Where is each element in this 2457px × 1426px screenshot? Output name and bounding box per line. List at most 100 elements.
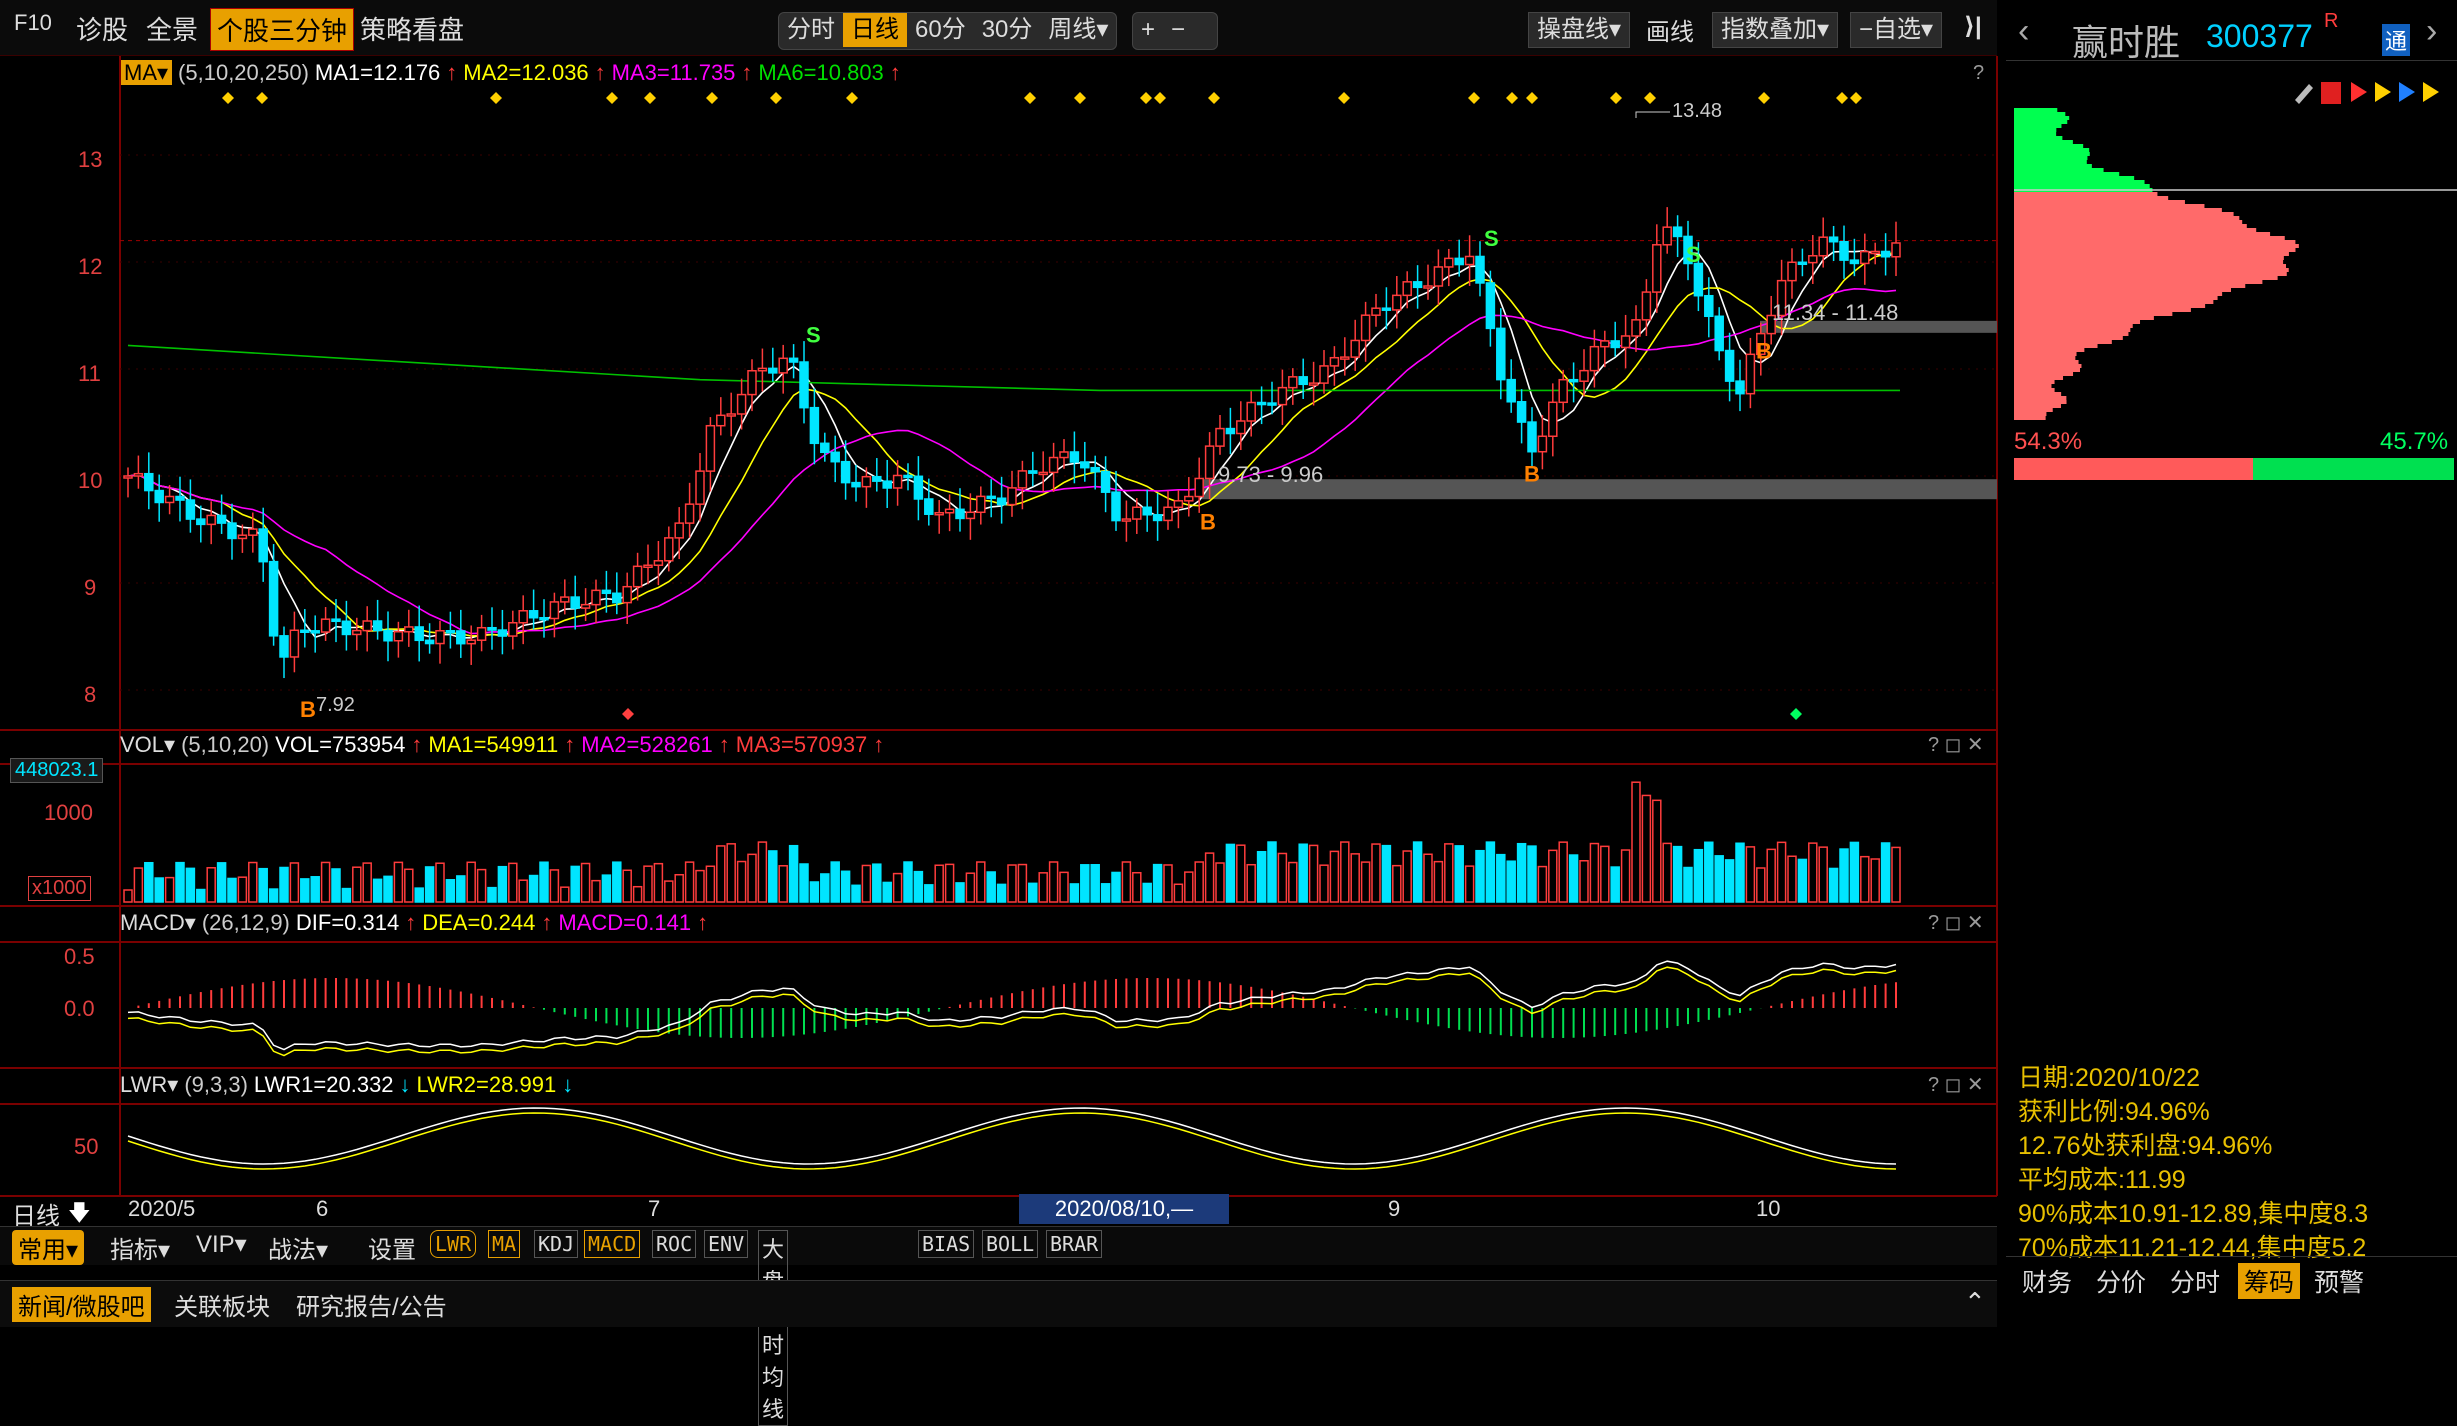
chip-toolbar-icons[interactable] [2291, 76, 2451, 106]
signal-diamond [606, 92, 618, 104]
draw-line-button[interactable]: 画线 [1646, 12, 1694, 47]
volume-bar [1475, 849, 1485, 903]
candle-body [1236, 420, 1246, 435]
lwr-axis-tick: 50 [74, 1134, 99, 1159]
volume-bar [955, 882, 965, 903]
self-select-button[interactable]: −自选▾ [1850, 12, 1943, 48]
volume-bar [1444, 843, 1454, 903]
collapse-icon[interactable]: ⟩| [1964, 12, 1982, 41]
macd-selector[interactable]: MACD▾ [120, 910, 196, 935]
collapse-up-icon[interactable]: ⌃ [1964, 1287, 1986, 1318]
tab-news[interactable]: 新闻/微股吧 [12, 1287, 151, 1322]
rtab-finance[interactable]: 财务 [2022, 1263, 2072, 1299]
candle-body [497, 629, 508, 637]
prev-stock-icon[interactable]: ‹ [2018, 12, 2029, 51]
ind-macd[interactable]: MACD [584, 1230, 641, 1258]
chip-bar [2014, 388, 2055, 392]
signal-diamond [1208, 92, 1220, 104]
period-30[interactable]: 30分 [974, 13, 1041, 47]
tab-tactics[interactable]: 战法▾ [268, 1230, 328, 1265]
next-stock-icon[interactable]: › [2426, 12, 2437, 51]
candle-body [1787, 261, 1797, 282]
diagnose-button[interactable]: 诊股 [76, 10, 128, 47]
ind-brar[interactable]: BRAR [1046, 1230, 1103, 1258]
volume-bar [133, 867, 144, 903]
volume-bar [445, 879, 456, 903]
three-min-button[interactable]: 个股三分钟 [210, 8, 355, 51]
candle-body [934, 511, 944, 516]
tab-indicator[interactable]: 指标▾ [110, 1230, 170, 1265]
chip-bar [2014, 288, 2231, 292]
tab-related-sectors[interactable]: 关联板块 [174, 1287, 270, 1322]
index-overlay-button[interactable]: 指数叠加▾ [1712, 12, 1839, 48]
volume-bar [1069, 883, 1080, 903]
zoom-in-button[interactable]: + [1133, 13, 1163, 47]
candle-body [227, 522, 237, 540]
f10-button[interactable]: F10 [14, 10, 52, 36]
panorama-button[interactable]: 全景 [146, 10, 198, 47]
chip-bar [2014, 236, 2285, 240]
top-toolbar: F10 诊股 全景 个股三分钟 策略看盘 分时 日线 60分 30分 周线▾ + − 操盘… [0, 0, 1997, 56]
rtab-price-dist[interactable]: 分价 [2096, 1263, 2146, 1299]
rtab-alert[interactable]: 预警 [2314, 1263, 2364, 1299]
volume-bar [965, 872, 976, 903]
candle-body [248, 528, 258, 536]
volume-bar [1880, 842, 1891, 903]
lwr-panel-controls[interactable]: ? ◻ ✕ [1928, 1072, 1984, 1097]
ind-lwr[interactable]: LWR [430, 1230, 477, 1258]
volume-bar [1090, 864, 1100, 903]
candle-body [196, 518, 206, 526]
vol-selector[interactable]: VOL▾ [120, 732, 175, 757]
volume-bar [1340, 841, 1350, 903]
candle-body [726, 413, 736, 417]
ind-market-avg[interactable]: 大盘分时均线 [758, 1230, 789, 1426]
period-weekly[interactable]: 周线▾ [1040, 13, 1116, 47]
tab-vip[interactable]: VIP▾ [196, 1230, 247, 1259]
operate-line-button[interactable]: 操盘线▾ [1528, 12, 1631, 48]
volume-bar [799, 863, 809, 903]
volume-bar [154, 877, 164, 903]
vol-arrow-icon: ↑ [411, 732, 423, 757]
candle-body [1360, 314, 1371, 342]
volume-bar [612, 861, 622, 903]
buy-mark: B [1756, 338, 1772, 363]
macd-panel-controls[interactable]: ? ◻ ✕ [1928, 910, 1984, 935]
ind-env[interactable]: ENV [704, 1230, 749, 1258]
volume-bar [487, 886, 497, 903]
chip-bar [2014, 408, 2053, 412]
lwr-selector[interactable]: LWR▾ [120, 1072, 178, 1097]
volume-bar [404, 868, 414, 903]
period-fenshi[interactable]: 分时 [779, 13, 843, 47]
ind-kdj[interactable]: KDJ [534, 1230, 579, 1258]
volume-bar [757, 841, 768, 903]
strategy-button[interactable]: 策略看盘 [360, 10, 464, 47]
tab-settings[interactable]: 设置 [368, 1230, 416, 1265]
kline-chart[interactable]: B B B B S S S [0, 56, 2004, 1221]
ind-roc[interactable]: ROC [652, 1230, 697, 1258]
period-daily[interactable]: 日线 [843, 13, 907, 47]
period-60[interactable]: 60分 [907, 13, 974, 47]
right-panel: ‹ 赢时胜 300377 R 通 › 54.3% 45.7% 日期:2020/1… [2006, 0, 2457, 1330]
volume-bar [268, 888, 279, 903]
candle-body [362, 620, 372, 632]
volume-bar [1402, 850, 1412, 903]
candle-body [622, 585, 632, 604]
candle-body [1797, 261, 1808, 266]
rtab-chips[interactable]: 筹码 [2238, 1263, 2301, 1299]
vol-panel-controls[interactable]: ? ◻ ✕ [1928, 732, 1984, 757]
tab-common[interactable]: 常用▾ [12, 1230, 85, 1265]
price-tick: 9 [84, 575, 97, 600]
volume-bar [934, 864, 944, 903]
rtab-intraday[interactable]: 分时 [2170, 1263, 2220, 1299]
signal-diamond [1506, 92, 1518, 104]
volume-bar [1527, 845, 1537, 903]
volume-bar [643, 865, 653, 903]
zoom-out-button[interactable]: − [1163, 13, 1193, 47]
ind-bias[interactable]: BIAS [918, 1230, 975, 1258]
volume-bar [570, 865, 580, 903]
tab-research[interactable]: 研究报告/公告 [296, 1287, 447, 1322]
ind-ma[interactable]: MA [488, 1230, 521, 1258]
candle-body [986, 495, 996, 500]
ind-boll[interactable]: BOLL [982, 1230, 1039, 1258]
tong-icon[interactable]: 通 [2382, 24, 2411, 56]
